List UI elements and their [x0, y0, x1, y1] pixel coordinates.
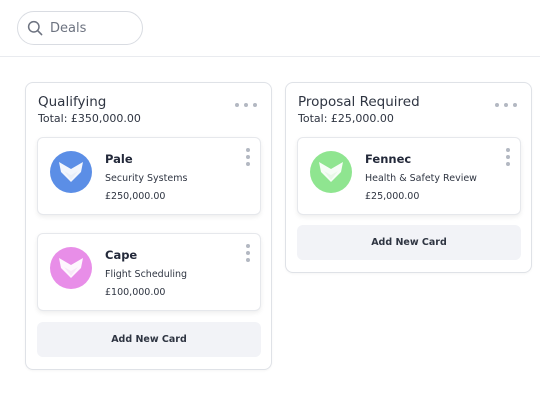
card-description: Health & Safety Review — [365, 173, 477, 184]
search-icon — [27, 20, 43, 36]
card-name: Pale — [105, 152, 133, 166]
deal-card[interactable]: Pale Security Systems £250,000.00 — [37, 137, 261, 215]
column-total: Total: £25,000.00 — [298, 112, 394, 125]
column-title: Proposal Required — [298, 94, 420, 110]
card-more-icon[interactable] — [245, 244, 251, 262]
column-total: Total: £350,000.00 — [38, 112, 141, 125]
column-proposal-required: Proposal Required Total: £25,000.00 Fenn… — [285, 82, 532, 273]
card-value: £250,000.00 — [105, 191, 166, 202]
card-description: Security Systems — [105, 173, 188, 184]
search-box[interactable] — [17, 11, 143, 45]
top-bar — [0, 0, 540, 57]
avatar — [50, 151, 92, 193]
deal-card[interactable]: Fennec Health & Safety Review £25,000.00 — [297, 137, 521, 215]
search-input[interactable] — [50, 18, 136, 38]
card-more-icon[interactable] — [245, 148, 251, 166]
fox-icon — [59, 258, 83, 278]
deal-card[interactable]: Cape Flight Scheduling £100,000.00 — [37, 233, 261, 311]
add-new-card-button[interactable]: Add New Card — [37, 322, 261, 357]
column-qualifying: Qualifying Total: £350,000.00 Pale Secur… — [25, 82, 272, 370]
fox-icon — [319, 162, 343, 182]
card-name: Cape — [105, 248, 138, 262]
add-new-card-button[interactable]: Add New Card — [297, 225, 521, 260]
fox-icon — [59, 162, 83, 182]
avatar — [50, 247, 92, 289]
card-description: Flight Scheduling — [105, 269, 188, 280]
column-more-icon[interactable] — [235, 103, 257, 109]
card-value: £100,000.00 — [105, 287, 166, 298]
column-more-icon[interactable] — [495, 103, 517, 109]
avatar — [310, 151, 352, 193]
column-title: Qualifying — [38, 94, 107, 110]
card-more-icon[interactable] — [505, 148, 511, 166]
card-value: £25,000.00 — [365, 191, 420, 202]
card-name: Fennec — [365, 152, 412, 166]
